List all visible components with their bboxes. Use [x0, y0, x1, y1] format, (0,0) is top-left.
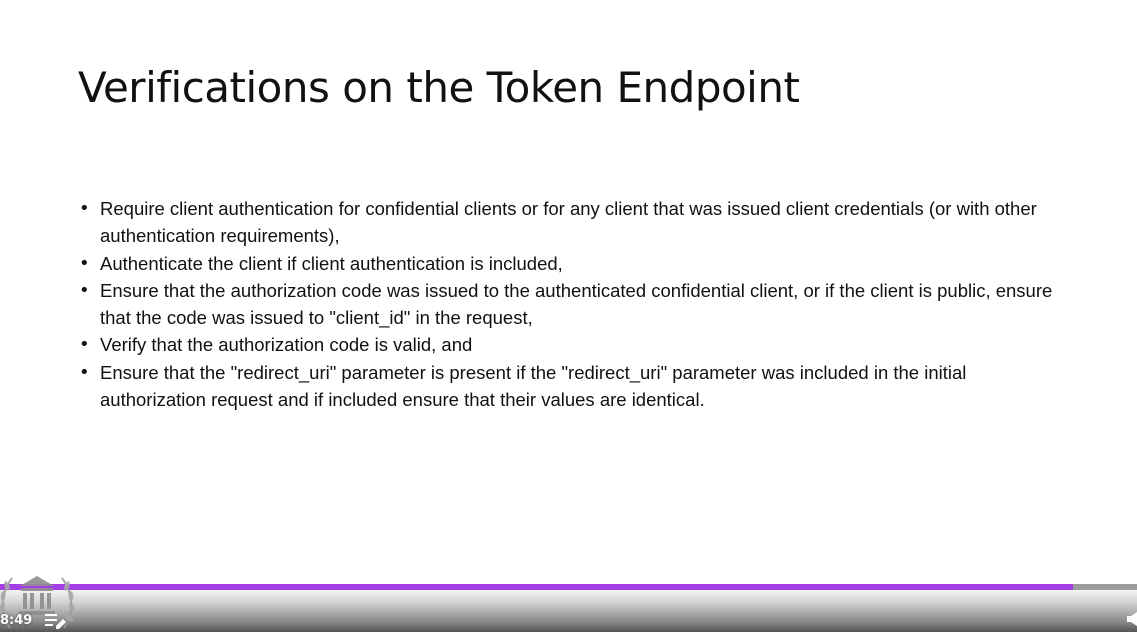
bullet-point-icon: •	[79, 361, 90, 383]
playlist-edit-icon[interactable]	[45, 611, 67, 631]
elapsed-time: 8:49	[0, 613, 33, 628]
list-item: • Ensure that the "redirect_uri" paramet…	[78, 359, 1053, 414]
bullet-text: Authenticate the client if client authen…	[100, 252, 563, 274]
player-controls: 8:49	[0, 576, 1137, 632]
bullet-list: • Require client authentication for conf…	[78, 195, 1053, 413]
bullet-point-icon: •	[79, 198, 90, 219]
list-item: • Authenticate the client if client auth…	[78, 250, 1053, 277]
list-item: • Ensure that the authorization code was…	[78, 277, 1053, 332]
bullet-point-icon: •	[79, 334, 90, 356]
list-item: • Verify that the authorization code is …	[78, 331, 1053, 358]
bullet-text: Verify that the authorization code is va…	[100, 334, 473, 356]
bullet-text: Ensure that the authorization code was i…	[100, 279, 1053, 329]
presentation-slide: Verifications on the Token Endpoint • Re…	[0, 0, 1137, 584]
video-player-frame: Verifications on the Token Endpoint • Re…	[0, 0, 1137, 632]
list-item: • Require client authentication for conf…	[78, 195, 1053, 250]
volume-icon[interactable]	[1127, 612, 1137, 626]
slide-title: Verifications on the Token Endpoint	[78, 63, 800, 112]
bullet-point-icon: •	[79, 252, 90, 274]
bullet-point-icon: •	[79, 279, 90, 301]
bullet-text: Require client authentication for confid…	[100, 198, 1037, 247]
bullet-text: Ensure that the "redirect_uri" parameter…	[100, 361, 967, 411]
control-bar: 8:49	[0, 576, 1137, 632]
